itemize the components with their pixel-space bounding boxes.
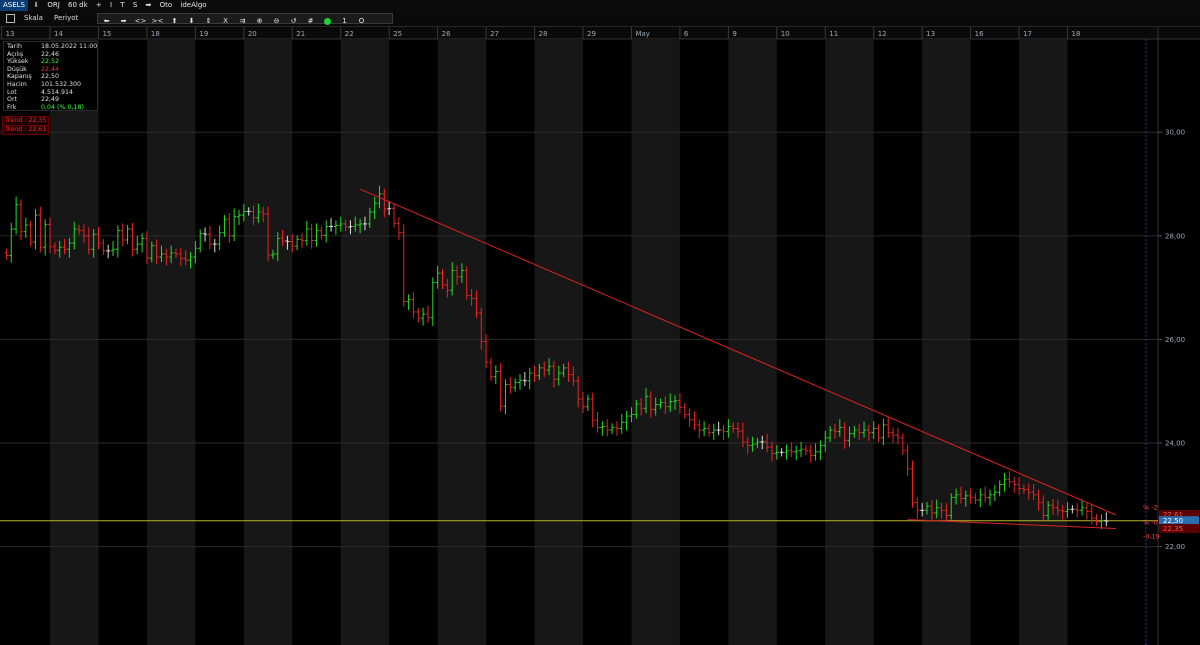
info-value: 18.05.2022 11:00 [41,43,98,50]
percent-label: % -2 [1143,504,1158,512]
day-band [631,39,680,645]
s-button[interactable]: S [130,0,140,11]
refresh-icon[interactable]: ↺ [285,17,302,26]
day-band [50,39,99,645]
percent-label: % -0 [1143,519,1158,527]
info-label: Ort [7,96,18,104]
auto-button[interactable]: Oto [157,0,176,11]
date-tick-label: May [635,30,649,38]
trend-label-upper: Trend : 22,61 [2,125,50,135]
date-tick-label: 10 [781,30,790,38]
scroll-right-icon[interactable]: ➡ [115,17,132,26]
arrow-down-icon[interactable]: ⬇ [183,17,200,26]
fit-icon[interactable]: ⇉ [234,17,251,26]
day-band [1019,39,1068,645]
y-tick-label: 30,00 [1165,129,1185,137]
vertical-scale-icon[interactable]: ⇕ [200,17,217,26]
add-button[interactable]: + [93,0,105,11]
date-tick-label: 25 [393,30,402,38]
date-tick-label: 14 [54,30,63,38]
day-band [340,39,390,645]
arrow-right-icon[interactable]: ➡ [143,0,155,11]
info-value: 22,44 [41,65,60,73]
date-tick-label: 13 [6,30,15,38]
save-icon[interactable] [6,14,15,23]
info-value: 22,49 [41,96,60,104]
y-tick-label: 26,00 [1165,336,1185,344]
date-tick-label: 20 [248,30,257,38]
date-tick-label: 17 [1023,30,1032,38]
date-tick-label: 16 [975,30,984,38]
info-label: Açılış [7,50,24,58]
day-band [437,39,487,645]
info-label: Kapanış [7,73,32,81]
info-label: Frk [7,103,17,111]
price-chart[interactable]: 13 14 15 18 19 20 21 22 25 26 27 28 29 May 6 9 10 11 12 13 1… [0,27,1200,645]
day-band [243,39,293,645]
symbol-selector[interactable]: ASELS [0,0,28,11]
scale-button[interactable]: Skala [24,11,43,26]
lower-trend-tag: 22,35 [1163,525,1183,533]
date-tick-label: 11 [829,30,838,38]
y-tick-label: 28,00 [1165,232,1185,240]
day-band [534,39,583,645]
crosshair-icon[interactable]: X [217,17,234,26]
y-tick-label: 24,00 [1165,440,1185,448]
data-window: Tarih 18.05.2022 11:00 Açılış 22,46 Yüksek 22… [3,41,98,111]
day-band [146,39,196,645]
day-band [728,39,777,645]
day-band [825,39,874,645]
info-value: 22,52 [41,58,60,66]
scroll-left-icon[interactable]: ⬅ [98,17,115,26]
chart-tool-buttons: ⬅ ➡ <> >< ⬆ ⬇ ⇕ X ⇉ ⊕ ⊖ ↺ #1 O [97,13,393,26]
date-axis-strip [0,27,1200,39]
t-button[interactable]: T [117,0,127,11]
date-tick-label: 15 [102,30,111,38]
orj-button[interactable]: ORJ [44,0,62,11]
grid-icon[interactable]: # [302,17,319,26]
y-tick-label: 22,00 [1165,543,1185,551]
zoom-out-icon[interactable]: ⊖ [268,17,285,26]
date-tick-label: 22 [345,30,354,38]
info-label: Hacim [7,81,27,88]
info-label: Lot [7,88,17,96]
date-tick-label: 27 [490,30,499,38]
date-tick-label: 28 [539,30,548,38]
info-value: 22,46 [41,50,60,58]
download-icon[interactable]: ⬇ [30,0,42,11]
period-selector[interactable]: 60 dk [65,0,91,11]
date-tick-label: 13 [926,30,935,38]
arrow-up-icon[interactable]: ⬆ [166,17,183,26]
date-tick-label: 18 [1072,30,1081,38]
i-button[interactable]: I [107,0,115,11]
info-value: 0,04 (% 0,18) [41,103,84,111]
info-label: Tarih [7,43,22,50]
period-button[interactable]: Periyot [54,11,78,26]
date-tick-label: 29 [587,30,596,38]
one-button[interactable]: 1 [336,17,353,26]
date-tick-label: 9 [732,30,736,38]
date-tick-label: 26 [442,30,451,38]
date-tick-label: 6 [684,30,689,38]
zoom-in-icon[interactable]: ⊕ [251,17,268,26]
info-value: 101.532.300 [41,81,82,88]
date-tick-label: 12 [878,30,887,38]
info-label: Düşük [7,65,27,73]
idealgo-button[interactable]: ideAlgo [177,0,209,11]
date-tick-label: 18 [151,30,160,38]
info-label: Yüksek [7,58,29,66]
chart-toolbar: Skala Periyot ⬅ ➡ <> >< ⬆ ⬇ ⇕ X ⇉ ⊕ ⊖ ↺ #1 O [0,11,1200,27]
compress-icon[interactable]: >< [149,17,166,26]
date-tick-label: 21 [296,30,305,38]
info-value: 22,50 [41,73,60,81]
live-status-icon[interactable] [319,17,336,26]
info-value: 4.514.914 [41,88,74,96]
expand-icon[interactable]: <> [132,17,149,26]
percent-label: -0,19 [1143,533,1160,541]
day-band [922,39,971,645]
circle-icon[interactable]: O [353,17,370,26]
date-tick-label: 19 [199,30,208,38]
